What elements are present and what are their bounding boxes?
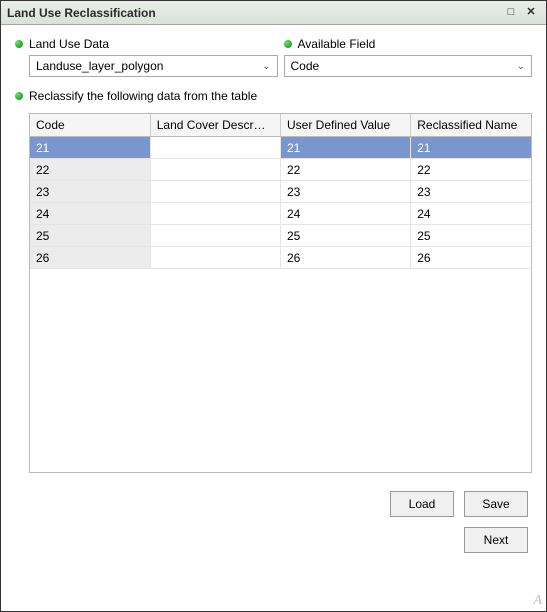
reclass-table-wrap: Code Land Cover Descr… User Defined Valu… bbox=[29, 113, 532, 473]
button-row-2: Next bbox=[15, 527, 532, 553]
window-land-use-reclassification: Land Use Reclassification □ ✕ Land Use D… bbox=[0, 0, 547, 612]
resize-grip[interactable]: A bbox=[533, 593, 542, 609]
close-button[interactable]: ✕ bbox=[522, 5, 540, 21]
cell-user[interactable]: 23 bbox=[280, 181, 410, 203]
table-row[interactable]: 242424 bbox=[30, 203, 531, 225]
cell-desc[interactable] bbox=[150, 247, 280, 269]
cell-reclass[interactable]: 22 bbox=[411, 159, 531, 181]
cell-code[interactable]: 22 bbox=[30, 159, 150, 181]
land-use-combo[interactable]: Landuse_layer_polygon ⌄ bbox=[29, 55, 278, 77]
load-button[interactable]: Load bbox=[390, 491, 454, 517]
chevron-down-icon: ⌄ bbox=[517, 61, 525, 72]
col-header-desc[interactable]: Land Cover Descr… bbox=[150, 114, 280, 137]
cell-reclass[interactable]: 26 bbox=[411, 247, 531, 269]
land-use-combo-value: Landuse_layer_polygon bbox=[36, 59, 262, 73]
cell-user[interactable]: 22 bbox=[280, 159, 410, 181]
button-row-1: Load Save bbox=[15, 491, 532, 517]
available-field-label-row: Available Field bbox=[284, 37, 533, 51]
cell-code[interactable]: 23 bbox=[30, 181, 150, 203]
cell-user[interactable]: 24 bbox=[280, 203, 410, 225]
next-button[interactable]: Next bbox=[464, 527, 528, 553]
available-field-group: Available Field Code ⌄ bbox=[284, 35, 533, 77]
land-use-label: Land Use Data bbox=[29, 37, 109, 51]
table-row[interactable]: 222222 bbox=[30, 159, 531, 181]
chevron-down-icon: ⌄ bbox=[262, 61, 270, 72]
table-row[interactable]: 252525 bbox=[30, 225, 531, 247]
cell-code[interactable]: 21 bbox=[30, 137, 150, 159]
titlebar: Land Use Reclassification □ ✕ bbox=[1, 1, 546, 25]
cell-user[interactable]: 25 bbox=[280, 225, 410, 247]
col-header-code[interactable]: Code bbox=[30, 114, 150, 137]
table-row[interactable]: 212121 bbox=[30, 137, 531, 159]
content-area: Land Use Data Landuse_layer_polygon ⌄ Av… bbox=[1, 25, 546, 611]
bullet-icon bbox=[284, 40, 292, 48]
table-row[interactable]: 262626 bbox=[30, 247, 531, 269]
col-header-user[interactable]: User Defined Value bbox=[280, 114, 410, 137]
top-fields-row: Land Use Data Landuse_layer_polygon ⌄ Av… bbox=[15, 35, 532, 77]
cell-code[interactable]: 26 bbox=[30, 247, 150, 269]
cell-code[interactable]: 24 bbox=[30, 203, 150, 225]
cell-code[interactable]: 25 bbox=[30, 225, 150, 247]
col-header-reclass[interactable]: Reclassified Name bbox=[411, 114, 531, 137]
bullet-icon bbox=[15, 92, 23, 100]
available-field-combo[interactable]: Code ⌄ bbox=[284, 55, 533, 77]
cell-desc[interactable] bbox=[150, 225, 280, 247]
cell-reclass[interactable]: 21 bbox=[411, 137, 531, 159]
land-use-group: Land Use Data Landuse_layer_polygon ⌄ bbox=[15, 35, 264, 77]
cell-desc[interactable] bbox=[150, 203, 280, 225]
table-header-row: Code Land Cover Descr… User Defined Valu… bbox=[30, 114, 531, 137]
table-row[interactable]: 232323 bbox=[30, 181, 531, 203]
available-field-combo-value: Code bbox=[291, 59, 517, 73]
cell-reclass[interactable]: 25 bbox=[411, 225, 531, 247]
maximize-button[interactable]: □ bbox=[502, 5, 520, 21]
bullet-icon bbox=[15, 40, 23, 48]
reclass-table[interactable]: Code Land Cover Descr… User Defined Valu… bbox=[30, 114, 531, 269]
available-field-label: Available Field bbox=[298, 37, 376, 51]
cell-desc[interactable] bbox=[150, 181, 280, 203]
cell-desc[interactable] bbox=[150, 137, 280, 159]
window-title: Land Use Reclassification bbox=[7, 6, 500, 20]
save-button[interactable]: Save bbox=[464, 491, 528, 517]
cell-reclass[interactable]: 23 bbox=[411, 181, 531, 203]
land-use-label-row: Land Use Data bbox=[15, 37, 264, 51]
cell-reclass[interactable]: 24 bbox=[411, 203, 531, 225]
reclass-label-row: Reclassify the following data from the t… bbox=[15, 89, 532, 103]
cell-desc[interactable] bbox=[150, 159, 280, 181]
reclass-label: Reclassify the following data from the t… bbox=[29, 89, 257, 103]
cell-user[interactable]: 21 bbox=[280, 137, 410, 159]
cell-user[interactable]: 26 bbox=[280, 247, 410, 269]
